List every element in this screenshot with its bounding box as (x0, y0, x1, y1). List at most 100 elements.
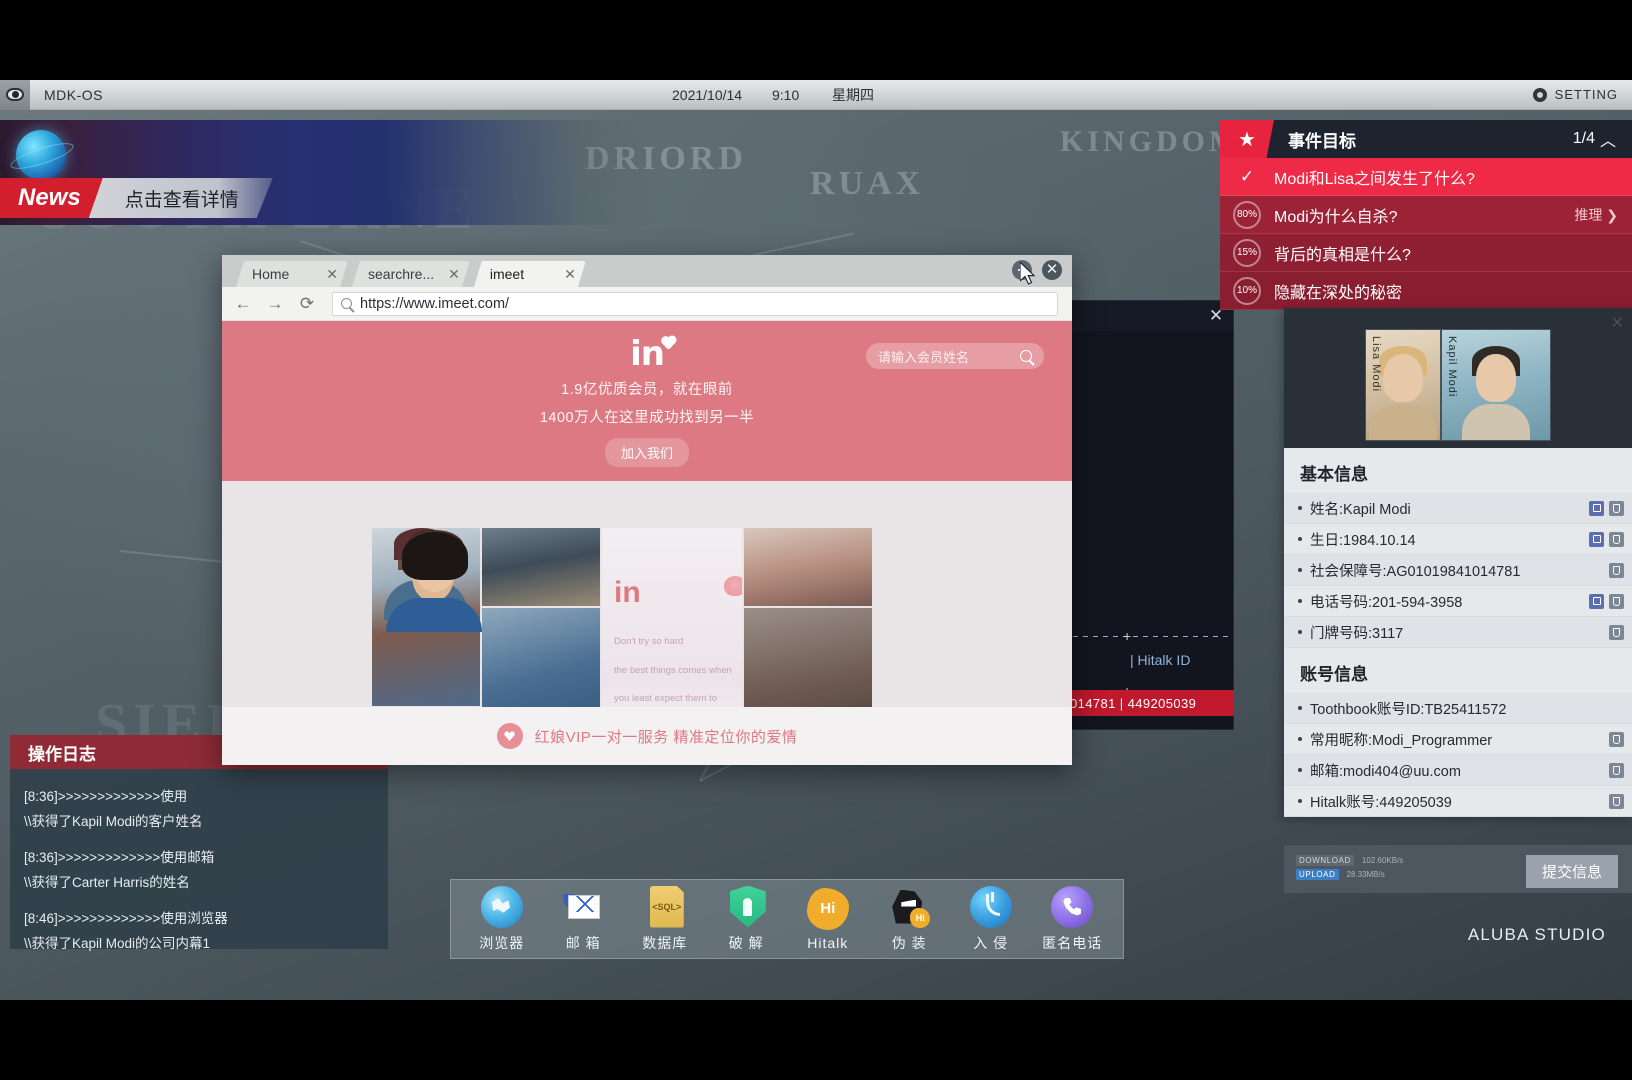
join-us-button[interactable]: 加入我们 (604, 438, 689, 467)
taskbar-label: 伪 装 (891, 934, 927, 951)
news-tag-label: News (0, 178, 103, 218)
avatar-name-lisa: Lisa Modi (1370, 336, 1382, 393)
chevron-up-icon[interactable]: ︿ (1600, 127, 1616, 151)
url-text: https://www.imeet.com/ (360, 295, 510, 312)
close-icon[interactable]: ✕ (564, 266, 576, 283)
hero-headline-2: 1400万人在这里成功找到另一半 (539, 410, 755, 426)
copy-icon[interactable] (1589, 593, 1604, 609)
download-label: DOWNLOAD (1296, 855, 1354, 866)
close-icon[interactable]: ✕ (326, 266, 338, 283)
note-icon[interactable] (1609, 531, 1624, 547)
upload-value: 28.33MB/s (1346, 870, 1385, 879)
taskbar-label: Hitalk (807, 934, 849, 951)
info-row-text: 生日:1984.10.14 (1310, 532, 1416, 549)
forward-arrow-icon[interactable]: → (262, 291, 288, 317)
row-action-icons (1589, 500, 1624, 516)
info-row-toothbook-id: Toothbook账号ID:TB25411572 (1284, 693, 1632, 724)
deduce-action-link[interactable]: 推理 ❯ (1574, 205, 1618, 225)
info-row-name: 姓名:Kapil Modi (1284, 493, 1632, 524)
news-row: News 点击查看详情 (0, 178, 273, 218)
objective-row[interactable]: ✓ Modi和Lisa之间发生了什么? (1220, 158, 1632, 196)
info-row-hitalk-account: Hitalk账号:449205039 (1284, 786, 1632, 817)
objective-row[interactable]: 15% 背后的真相是什么? (1220, 234, 1632, 272)
browser-tab-home[interactable]: Home ✕ (236, 261, 348, 287)
row-action-icons (1609, 731, 1624, 747)
url-input[interactable]: https://www.imeet.com/ (332, 291, 1058, 316)
hitalk-id-label: | Hitalk ID (1130, 652, 1191, 668)
browser-tab-imeet[interactable]: imeet ✕ (474, 261, 586, 287)
taskbar-item-database[interactable]: <SQL> 数据库 (628, 885, 702, 953)
objectives-count: 1/4 (1572, 130, 1595, 147)
avatar-modi[interactable]: Kapil Modi (1441, 329, 1551, 441)
note-icon[interactable] (1609, 562, 1624, 578)
taskbar-item-browser[interactable]: 浏览器 (465, 885, 539, 953)
tab-label: Home (252, 266, 290, 282)
copy-icon[interactable] (1589, 531, 1604, 547)
taskbar-item-mail[interactable]: 邮 箱 (546, 886, 620, 953)
news-banner[interactable]: News 点击查看详情 (0, 120, 660, 225)
info-row-birthday: 生日:1984.10.14 (1284, 524, 1632, 555)
taskbar-item-anonymous-phone[interactable]: 匿名电话 (1035, 885, 1109, 953)
browser-tabstrip: Home ✕ searchre... ✕ imeet ✕ ✕ (222, 255, 1072, 287)
database-icon: <SQL> (649, 885, 684, 928)
avatar-lisa[interactable]: Lisa Modi (1365, 329, 1441, 441)
crack-shield-icon (729, 885, 766, 928)
studio-watermark: ALUBA STUDIO (1467, 925, 1606, 944)
close-button[interactable]: ✕ (1042, 260, 1062, 280)
mail-icon (562, 886, 604, 928)
objectives-count-area[interactable]: 1/4 ︿ (1573, 127, 1616, 151)
download-line: DOWNLOAD 102.60KB/s (1296, 855, 1403, 866)
browser-icon (480, 885, 523, 928)
note-icon[interactable] (1609, 762, 1624, 778)
taskbar-item-intrude[interactable]: 入 侵 (954, 885, 1028, 953)
member-photo[interactable] (408, 528, 600, 606)
objective-text: Modi和Lisa之间发生了什么? (1274, 170, 1475, 188)
objectives-sidebar: ★ 事件目标 1/4 ︿ ✓ Modi和Lisa之间发生了什么? 80% Mod… (1220, 120, 1632, 310)
browser-tab-searchre[interactable]: searchre... ✕ (352, 261, 470, 287)
network-status-bar: DOWNLOAD 102.60KB/s UPLOAD 28.33MB/s 提交信… (1284, 845, 1632, 893)
taskbar-item-disguise[interactable]: Hi 伪 装 (872, 886, 946, 953)
portrait-band: Lisa Modi Kapil Modi (1284, 308, 1632, 448)
info-row-text: 门牌号码:3117 (1310, 625, 1404, 642)
member-search-input[interactable]: 请输入会员姓名 (866, 343, 1044, 369)
taskbar-label: 浏览器 (479, 934, 525, 951)
letterbox-top (0, 0, 1632, 80)
info-row-text: 社会保障号:AG01019841014781 (1310, 563, 1521, 580)
note-icon[interactable] (1609, 731, 1624, 747)
row-action-icons (1609, 562, 1624, 578)
note-icon[interactable] (1609, 500, 1624, 516)
note-icon[interactable] (1609, 593, 1624, 609)
objective-row[interactable]: 80% Modi为什么自杀? 推理 ❯ (1220, 196, 1632, 234)
log-line: \\获得了Kapil Modi的公司内幕1 (24, 936, 211, 951)
taskbar-item-crack[interactable]: 破 解 (709, 885, 783, 953)
close-icon[interactable]: ✕ (1611, 313, 1624, 333)
taskbar-label: 入 侵 (973, 934, 1009, 951)
setting-button[interactable]: SETTING (1532, 87, 1618, 102)
row-action-icons (1589, 531, 1624, 547)
log-line: \\获得了Carter Harris的姓名 (24, 875, 190, 890)
app-taskbar: 浏览器 邮 箱 <SQL> 数据库 破 解 Hi Hitalk Hi 伪 装 入… (450, 879, 1124, 959)
news-detail-button[interactable]: 点击查看详情 (89, 178, 273, 218)
system-date: 2021/10/14 (672, 86, 743, 103)
back-arrow-icon[interactable]: ← (230, 291, 256, 317)
reload-icon[interactable]: ⟳ (294, 291, 320, 317)
heart-icon (723, 576, 742, 596)
browser-window: Home ✕ searchre... ✕ imeet ✕ ✕ ← → ⟳ htt… (222, 255, 1072, 765)
row-action-icons (1609, 624, 1624, 640)
note-icon[interactable] (1609, 624, 1624, 640)
tab-label: imeet (489, 266, 525, 282)
objective-row[interactable]: 10% 隐藏在深处的秘密 (1220, 272, 1632, 310)
note-icon[interactable] (1609, 793, 1624, 809)
member-photo[interactable] (406, 528, 872, 606)
close-icon[interactable]: ✕ (448, 266, 460, 283)
taskbar-item-hitalk[interactable]: Hi Hitalk (791, 887, 865, 951)
imeet-website: in 1.9亿优质会员，就在眼前 1400万人在这里成功找到另一半 加入我们 请… (222, 321, 1072, 765)
minimize-button[interactable] (1012, 260, 1032, 280)
account-info-title: 账号信息 (1300, 665, 1368, 684)
search-icon[interactable] (1020, 350, 1032, 362)
objective-percent: 10% (1233, 276, 1261, 305)
basic-info-title: 基本信息 (1300, 465, 1368, 484)
copy-icon[interactable] (1589, 500, 1604, 516)
letterbox-bottom (0, 1000, 1632, 1080)
submit-info-button[interactable]: 提交信息 (1525, 855, 1618, 888)
